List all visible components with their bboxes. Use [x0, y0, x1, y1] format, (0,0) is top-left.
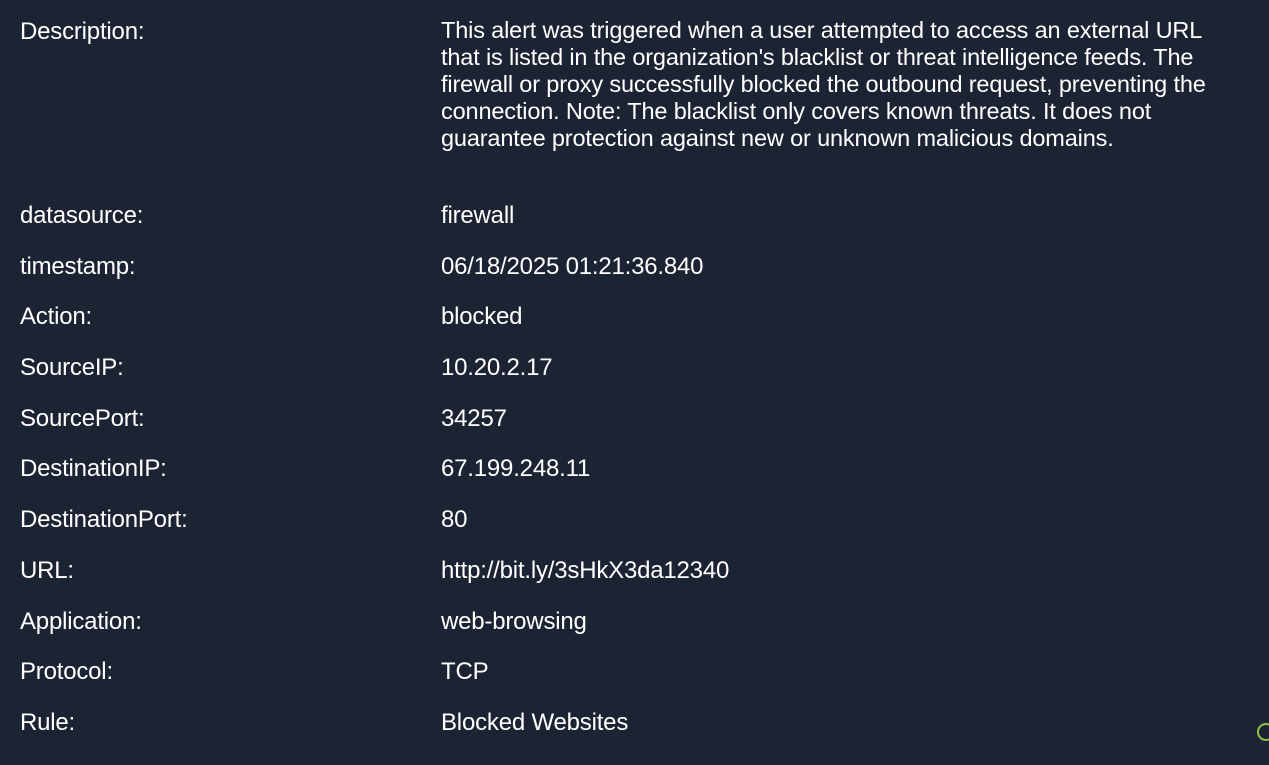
- timestamp-label: timestamp:: [20, 252, 136, 280]
- timestamp-value: 06/18/2025 01:21:36.840: [441, 252, 704, 280]
- description-label: Description:: [20, 18, 145, 45]
- datasource-value: firewall: [441, 202, 515, 229]
- destination-ip-row: DestinationIP: 67.199.248.11: [20, 454, 1220, 505]
- description-value: This alert was triggered when a user att…: [441, 17, 1206, 151]
- rule-row: Rule: Blocked Websites: [20, 708, 1220, 759]
- source-ip-label: SourceIP:: [20, 354, 124, 382]
- application-row: Application: web-browsing: [20, 607, 1220, 658]
- alert-details: Description: This alert was triggered wh…: [20, 17, 1220, 759]
- source-ip-value: 10.20.2.17: [441, 354, 553, 382]
- source-port-value: 34257: [441, 404, 507, 432]
- url-value: http://bit.ly/3sHkX3da12340: [441, 556, 730, 584]
- timestamp-row: timestamp: 06/18/2025 01:21:36.840: [20, 252, 1220, 303]
- protocol-row: Protocol: TCP: [20, 657, 1220, 708]
- rule-label: Rule:: [20, 708, 76, 736]
- application-value: web-browsing: [441, 607, 587, 635]
- destination-ip-label: DestinationIP:: [20, 455, 167, 483]
- status-circle-icon: [1257, 723, 1269, 741]
- destination-port-label: DestinationPort:: [20, 506, 188, 534]
- action-row: Action: blocked: [20, 302, 1220, 353]
- protocol-label: Protocol:: [20, 658, 113, 686]
- destination-ip-value: 67.199.248.11: [441, 455, 591, 483]
- application-label: Application:: [20, 607, 142, 635]
- rule-value: Blocked Websites: [441, 708, 629, 736]
- destination-port-row: DestinationPort: 80: [20, 505, 1220, 556]
- datasource-label: datasource:: [20, 202, 144, 229]
- action-value: blocked: [441, 303, 523, 331]
- destination-port-value: 80: [441, 506, 468, 534]
- description-row: Description: This alert was triggered wh…: [20, 17, 1220, 201]
- source-port-row: SourcePort: 34257: [20, 404, 1220, 455]
- action-label: Action:: [20, 303, 92, 331]
- source-ip-row: SourceIP: 10.20.2.17: [20, 353, 1220, 404]
- datasource-row: datasource: firewall: [20, 201, 1220, 252]
- url-label: URL:: [20, 556, 74, 584]
- source-port-label: SourcePort:: [20, 404, 145, 432]
- protocol-value: TCP: [441, 658, 489, 686]
- url-row: URL: http://bit.ly/3sHkX3da12340: [20, 556, 1220, 607]
